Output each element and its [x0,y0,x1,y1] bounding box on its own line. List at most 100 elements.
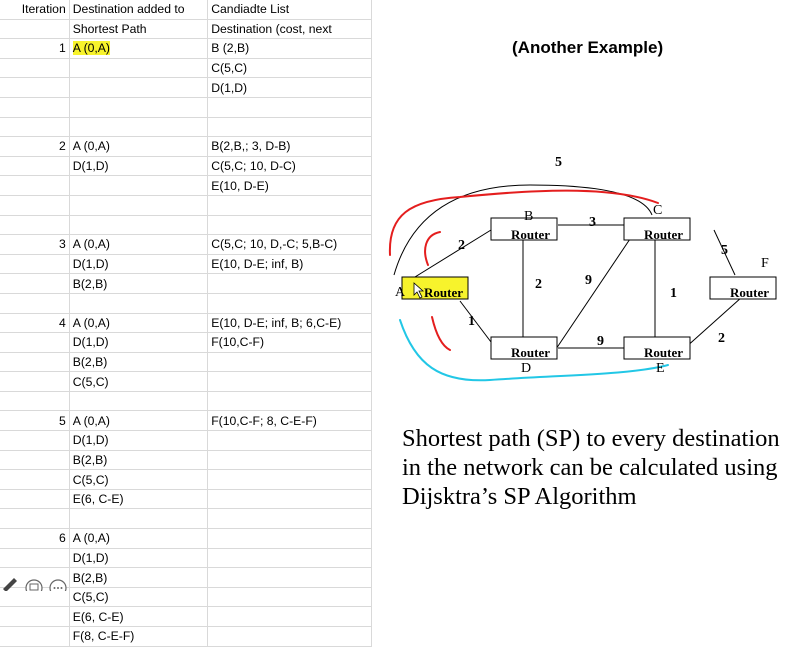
table-cell[interactable]: Destination (cost, next [207,19,372,40]
table-cell[interactable] [69,215,209,236]
comment-icon[interactable] [25,579,43,591]
table-cell[interactable] [0,508,70,530]
table-cell[interactable] [207,293,372,314]
table-cell[interactable]: D(1,D) [69,156,209,177]
table-cell[interactable] [69,293,209,314]
table-cell[interactable] [0,606,70,627]
table-cell[interactable]: D(1,D) [69,430,209,451]
table-cell[interactable] [69,97,209,118]
table-cell[interactable] [0,58,70,79]
table-cell[interactable] [0,175,70,196]
table-cell[interactable]: D(1,D) [69,332,209,353]
table-cell[interactable] [207,567,372,588]
table-cell[interactable] [0,19,70,40]
table-cell[interactable] [69,77,209,98]
table-cell[interactable] [207,450,372,471]
table-cell[interactable]: C(5,C) [69,371,209,392]
table-cell[interactable]: E(10, D-E; inf, B) [207,254,372,275]
table-cell[interactable] [207,508,372,530]
table-cell[interactable] [207,548,372,569]
table-cell[interactable]: D(1,D) [207,77,372,98]
table-cell[interactable]: F(10,C-F) [207,332,372,353]
table-cell[interactable] [0,77,70,98]
table-cell[interactable] [69,58,209,79]
table-cell[interactable]: B(2,B) [69,450,209,471]
table-cell[interactable] [0,195,70,216]
table-cell[interactable] [0,156,70,177]
table-cell[interactable] [0,293,70,314]
table-cell[interactable]: 4 [0,313,70,334]
table-cell[interactable] [0,450,70,471]
table-cell[interactable] [207,195,372,216]
table-cell[interactable]: F(10,C-F; 8, C-E-F) [207,410,372,432]
table-cell[interactable] [69,175,209,196]
table-cell[interactable] [0,254,70,275]
table-cell[interactable]: B(2,B,; 3, D-B) [207,136,372,157]
table-cell[interactable]: Shortest Path [69,19,209,40]
table-cell[interactable]: 3 [0,234,70,255]
table-cell[interactable]: A (0,A) [69,410,209,432]
table-cell[interactable] [0,352,70,373]
table-cell[interactable]: 6 [0,528,70,549]
table-cell[interactable] [207,489,372,510]
table-cell[interactable] [207,528,372,549]
table-cell[interactable]: A (0,A) [69,38,209,59]
table-cell[interactable] [0,626,70,647]
table-cell[interactable] [207,430,372,451]
table-cell[interactable] [0,97,70,118]
table-cell[interactable] [0,489,70,510]
table-cell[interactable]: Iteration [0,0,70,20]
table-cell[interactable] [0,117,70,138]
table-cell[interactable] [0,469,70,490]
table-cell[interactable]: B(2,B) [69,273,209,294]
table-cell[interactable]: C(5,C; 10, D-C) [207,156,372,177]
table-cell[interactable]: D(1,D) [69,548,209,569]
table-cell[interactable]: D(1,D) [69,254,209,275]
table-cell[interactable]: C(5,C) [69,587,209,608]
table-cell[interactable] [207,469,372,490]
table-cell[interactable] [207,273,372,294]
table-cell[interactable] [207,587,372,608]
table-cell[interactable] [207,371,372,392]
pen-icon[interactable] [3,578,17,591]
table-cell[interactable]: 5 [0,410,70,432]
table-cell[interactable]: F(8, C-E-F) [69,626,209,647]
table-cell[interactable]: B(2,B) [69,352,209,373]
table-cell[interactable]: A (0,A) [69,313,209,334]
table-cell[interactable] [0,371,70,392]
table-cell[interactable] [207,97,372,118]
table-cell[interactable] [207,391,372,412]
table-cell[interactable]: Candiadte List [207,0,372,20]
table-cell[interactable]: 1 [0,38,70,59]
table-cell[interactable]: C(5,C) [69,469,209,490]
table-cell[interactable]: B (2,B) [207,38,372,59]
table-cell[interactable]: A (0,A) [69,528,209,549]
table-cell[interactable]: B(2,B) [69,567,209,588]
table-cell[interactable] [207,117,372,138]
table-cell[interactable]: A (0,A) [69,234,209,255]
table-cell[interactable]: E(6, C-E) [69,489,209,510]
table-cell[interactable]: 2 [0,136,70,157]
table-cell[interactable] [69,195,209,216]
table-cell[interactable] [207,606,372,627]
table-cell[interactable] [69,508,209,530]
table-cell[interactable]: A (0,A) [69,136,209,157]
table-cell[interactable] [69,117,209,138]
table-cell[interactable]: E(10, D-E) [207,175,372,196]
table-cell[interactable] [0,391,70,412]
table-cell[interactable]: C(5,C; 10, D,-C; 5,B-C) [207,234,372,255]
table-cell[interactable]: E(6, C-E) [69,606,209,627]
table-cell[interactable] [0,332,70,353]
table-cell[interactable] [207,215,372,236]
table-cell[interactable]: Destination added to [69,0,209,20]
more-icon[interactable] [49,579,67,591]
table-cell[interactable]: C(5,C) [207,58,372,79]
table-cell[interactable] [207,352,372,373]
table-cell[interactable] [0,430,70,451]
table-cell[interactable] [0,215,70,236]
table-cell[interactable] [207,626,372,647]
table-cell[interactable]: E(10, D-E; inf, B; 6,C-E) [207,313,372,334]
table-cell[interactable] [0,548,70,569]
table-cell[interactable] [0,273,70,294]
table-cell[interactable] [69,391,209,412]
